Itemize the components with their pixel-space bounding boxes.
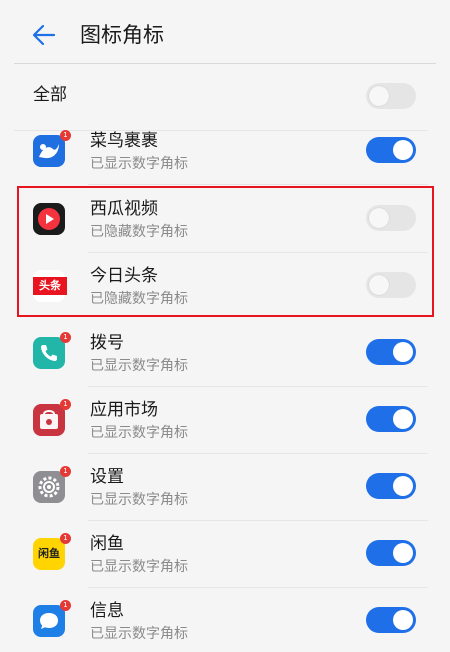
app-row-toutiao: 头条 今日头条 已隐藏数字角标 [0,253,450,320]
notification-badge: 1 [60,399,71,410]
app-row-app-market: 1 应用市场 已显示数字角标 [0,387,450,454]
toggle-knob [393,140,413,160]
app-row-cainiao: 1 菜鸟裹裹 已显示数字角标 [0,118,450,185]
row-divider [88,184,428,185]
badge-toggle-xigua[interactable] [366,205,416,231]
phone-icon: 1 [33,332,71,369]
back-arrow-icon[interactable] [30,21,58,49]
messages-icon: 1 [33,600,71,637]
app-row-xigua: 西瓜视频 已隐藏数字角标 [0,186,450,253]
xianyu-icon: 闲鱼 1 [33,533,71,570]
page-title: 图标角标 [80,23,164,47]
notification-badge: 1 [60,130,71,141]
app-badge-status: 已显示数字角标 [90,626,188,642]
phone-handset-icon [41,345,57,361]
app-row-messages: 1 信息 已显示数字角标 [0,588,450,652]
toggle-knob [393,476,413,496]
toggle-knob [393,342,413,362]
badge-toggle-phone[interactable] [366,339,416,365]
cainiao-icon: 1 [33,130,71,167]
toggle-knob [393,610,413,630]
app-badge-status: 已隐藏数字角标 [90,291,188,307]
all-apps-label: 全部 [33,85,67,105]
notification-badge: 1 [60,533,71,544]
app-name: 菜鸟裹裹 [90,131,158,151]
settings-icon: 1 [33,466,71,503]
badge-toggle-toutiao[interactable] [366,272,416,298]
badge-toggle-messages[interactable] [366,607,416,633]
app-row-xianyu: 闲鱼 1 闲鱼 已显示数字角标 [0,521,450,588]
app-name: 拨号 [90,333,124,353]
badge-toggle-cainiao[interactable] [366,137,416,163]
app-badge-status: 已显示数字角标 [90,492,188,508]
notification-badge: 1 [60,466,71,477]
badge-toggle-settings[interactable] [366,473,416,499]
toggle-knob [369,86,389,106]
xianyu-logo-text: 闲鱼 [38,547,60,560]
app-market-icon: 1 [33,399,71,436]
app-name: 设置 [90,467,124,487]
badge-toggle-xianyu[interactable] [366,540,416,566]
cainiao-glyph-icon [39,144,59,159]
notification-badge: 1 [60,332,71,343]
app-badge-status: 已显示数字角标 [90,156,188,172]
app-row-phone: 1 拨号 已显示数字角标 [0,320,450,387]
chat-bubble-icon [40,613,58,629]
toggle-knob [369,208,389,228]
app-name: 闲鱼 [90,534,124,554]
app-name: 今日头条 [90,266,158,286]
toutiao-logo-text: 头条 [33,277,67,295]
settings-screen: 图标角标 全部 1 菜鸟裹裹 已显示数字角标 西瓜视频 已隐藏数字角标 头条 今… [0,0,450,652]
badge-toggle-app-market[interactable] [366,406,416,432]
header: 图标角标 [0,0,450,70]
xigua-glyph-icon [38,208,60,230]
all-apps-toggle[interactable] [366,83,416,109]
xigua-icon [33,203,65,235]
app-market-glyph-icon [40,410,58,429]
toutiao-icon: 头条 [33,270,67,302]
toggle-knob [369,275,389,295]
app-name: 应用市场 [90,400,158,420]
app-name: 信息 [90,601,124,621]
app-badge-status: 已隐藏数字角标 [90,224,188,240]
app-row-settings: 1 设置 已显示数字角标 [0,454,450,521]
notification-badge: 1 [60,600,71,611]
app-badge-status: 已显示数字角标 [90,559,188,575]
app-badge-status: 已显示数字角标 [90,358,188,374]
app-badge-status: 已显示数字角标 [90,425,188,441]
app-name: 西瓜视频 [90,199,158,219]
toggle-knob [393,409,413,429]
toggle-knob [393,543,413,563]
gear-icon [38,476,60,498]
